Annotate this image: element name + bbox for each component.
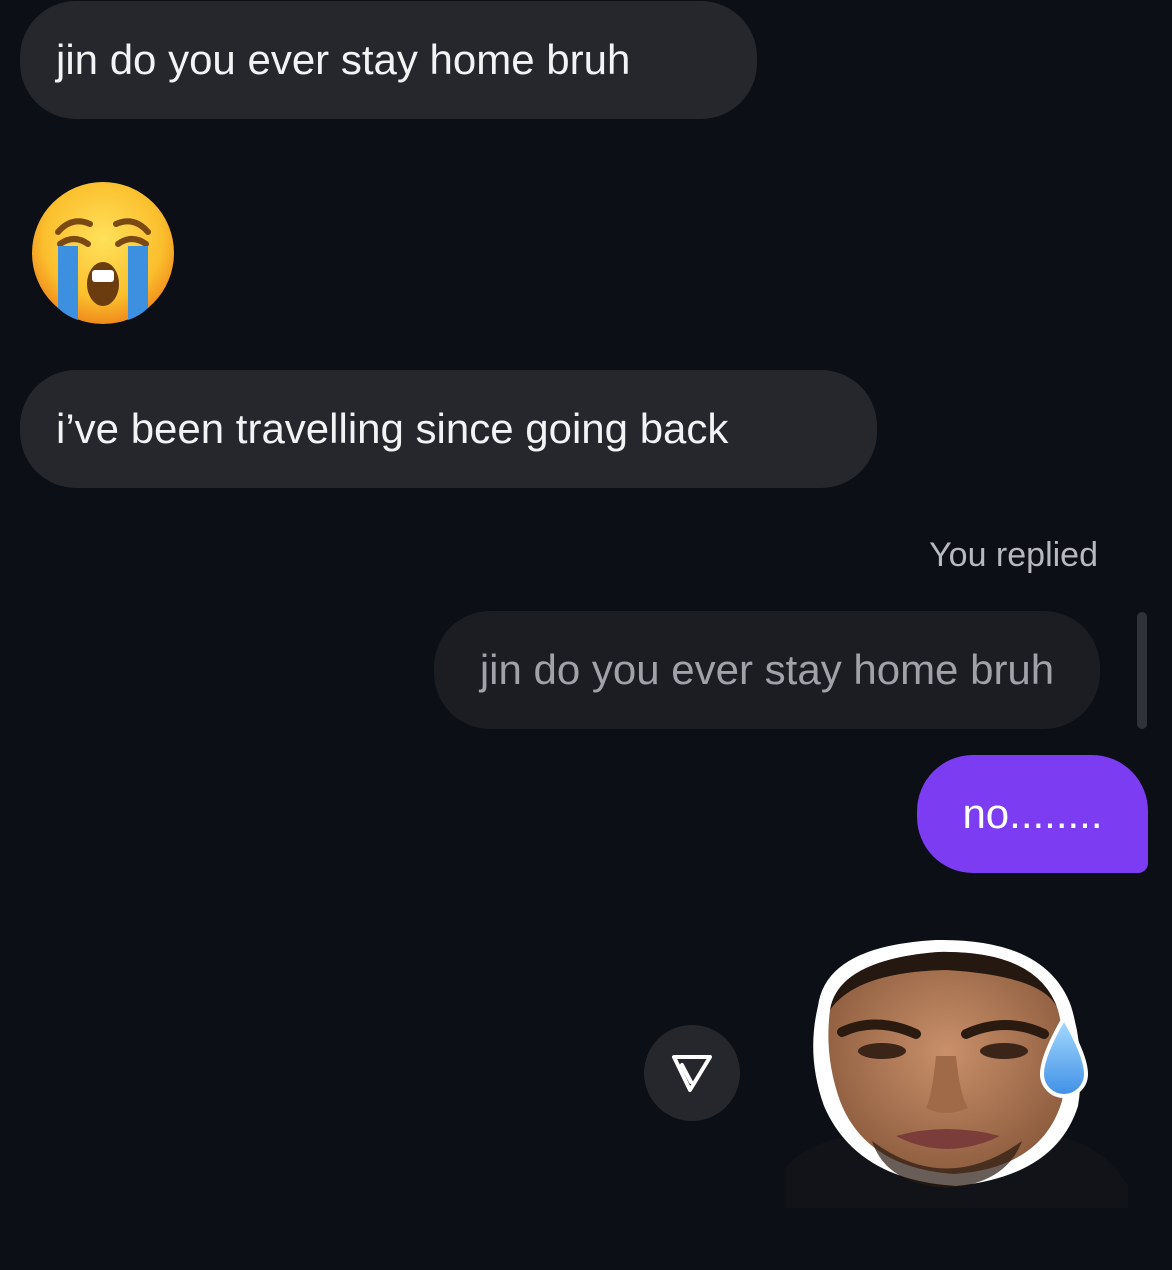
outgoing-message-bubble[interactable]: no........ (917, 755, 1148, 873)
quoted-message-text: jin do you ever stay home bruh (479, 646, 1055, 693)
loudly-crying-face-emoji-icon[interactable] (30, 180, 176, 326)
incoming-message-bubble[interactable]: i’ve been travelling since going back (20, 370, 877, 488)
reply-label: You replied (929, 536, 1098, 574)
message-text: no........ (962, 790, 1103, 837)
share-button[interactable] (644, 1025, 740, 1121)
message-text: jin do you ever stay home bruh (56, 36, 631, 83)
send-icon (672, 1055, 712, 1092)
message-text: i’ve been travelling since going back (56, 405, 729, 452)
incoming-message-bubble[interactable]: jin do you ever stay home bruh (20, 1, 757, 119)
quoted-message-bubble[interactable]: jin do you ever stay home bruh (434, 611, 1100, 729)
reply-quote-bar (1137, 612, 1147, 729)
sweating-man-face-sticker-icon[interactable] (786, 936, 1128, 1208)
